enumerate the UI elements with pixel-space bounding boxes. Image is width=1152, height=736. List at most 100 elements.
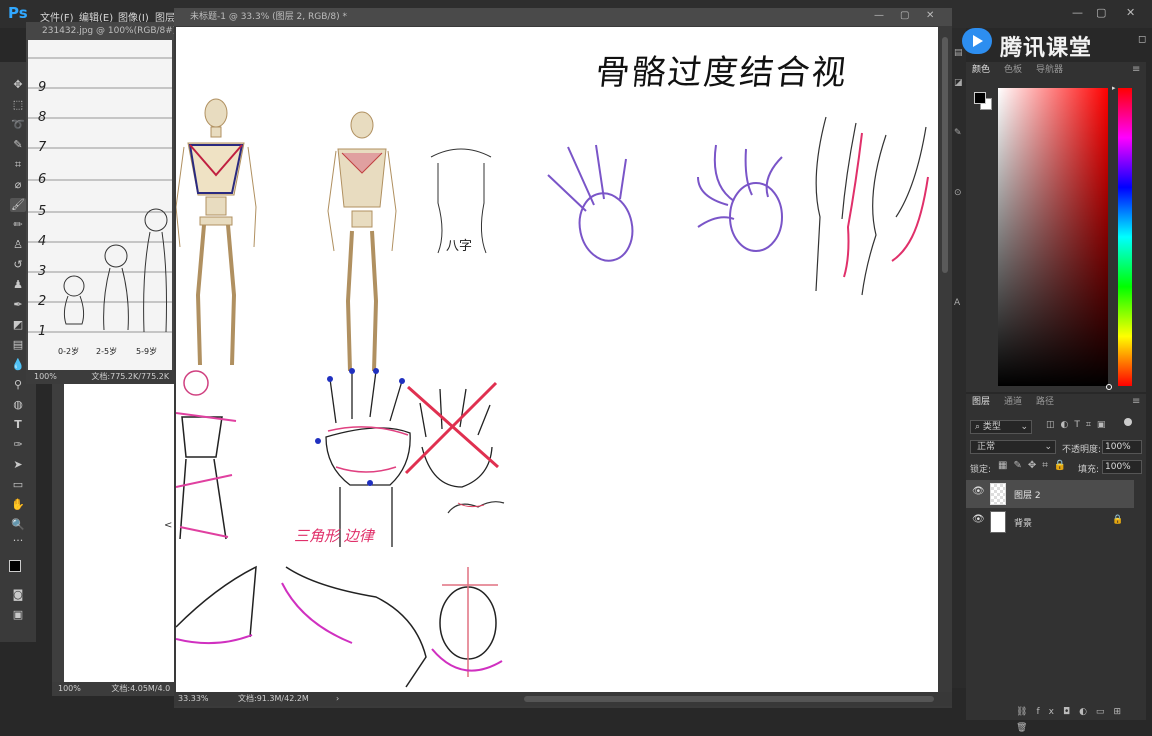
layers-panel: 图层 通道 路径 ≡ ⌕ 类型 ⌄ ◫◐T⌗▣ 正常 ⌄ 不透明度: 100% … (966, 394, 1146, 720)
main-canvas[interactable]: 骨骼过度结合视 三角形 边律 八字 (176, 27, 938, 692)
eight-note-text: 八字 (446, 239, 473, 254)
maximize-button[interactable]: ▢ (1096, 6, 1106, 19)
stamp-tool-icon[interactable]: ♟ (10, 278, 26, 292)
marquee-tool-icon[interactable]: ⬚ (10, 98, 26, 112)
hand-tool-icon[interactable]: ✋ (10, 498, 26, 512)
reference-document-window: 231432.jpg @ 100%(RGB/8#) * 9 8 7 6 5 4 … (26, 22, 174, 384)
clone-stamp-tool-icon[interactable]: ♙ (10, 238, 26, 252)
background-document-canvas[interactable]: < (64, 384, 174, 682)
minimize-button[interactable]: — (1072, 6, 1083, 19)
eyedropper-tool-icon[interactable]: ⌀ (10, 178, 26, 192)
blur-tool-icon[interactable]: 💧 (10, 358, 26, 372)
lock-options-icons[interactable]: ▦✎✥⌗🔒 (998, 460, 1072, 471)
main-doc-info: 文档:91.3M/42.2M (238, 694, 309, 703)
path-selection-tool-icon[interactable]: ➤ (10, 458, 26, 472)
pencil-tool-icon[interactable]: ✏ (10, 218, 26, 232)
ruler-number: 6 (38, 172, 47, 187)
color-field-cursor[interactable] (1106, 384, 1112, 390)
panel-collapse-icon[interactable]: ◻ (1138, 34, 1146, 45)
eye-icon[interactable]: 👁 (972, 487, 985, 497)
tab-layers[interactable]: 图层 (972, 394, 990, 410)
chevron-down-icon: ⌄ (1020, 422, 1028, 432)
ruler-number: 8 (38, 110, 47, 125)
background-doc-info: 文档:4.05M/4.0 (111, 684, 171, 693)
properties-panel-icon[interactable]: ◪ (954, 78, 963, 88)
reference-doc-info: 文档:775.2K/775.2K (91, 372, 170, 381)
screen-mode-icon[interactable]: ▣ (10, 608, 26, 622)
history-panel-icon[interactable]: ▤ (954, 48, 963, 58)
tab-color[interactable]: 颜色 (972, 62, 990, 78)
more-tools-icon[interactable]: ··· (10, 534, 26, 548)
adjustment-icon: ◐ (1079, 707, 1096, 717)
layers-bottom-toolbar[interactable]: ⛓fx◘◐▭⊞ 🗑 (966, 704, 1146, 733)
layer-filter-select[interactable]: ⌕ 类型 ⌄ (970, 420, 1032, 434)
background-document-status: 100% 文档:4.05M/4.0 (52, 682, 174, 696)
background-zoom-level[interactable]: 100% (52, 684, 81, 693)
gradient-tool-icon[interactable]: ▤ (10, 338, 26, 352)
main-zoom-level[interactable]: 33.33% (178, 692, 209, 706)
doc-maximize-button[interactable]: ▢ (900, 10, 909, 21)
status-arrow-icon[interactable]: › (336, 692, 339, 706)
opacity-input[interactable]: 100% (1102, 440, 1142, 454)
fill-input[interactable]: 100% (1102, 460, 1142, 474)
lasso-tool-icon[interactable]: ➰ (10, 118, 26, 132)
reference-image-canvas[interactable]: 9 8 7 6 5 4 3 2 1 0-2岁 2-5岁 5-9岁 (28, 40, 172, 370)
mixer-brush-tool-icon[interactable]: ✒ (10, 298, 26, 312)
history-brush-tool-icon[interactable]: ↺ (10, 258, 26, 272)
ruler-number: 4 (38, 234, 47, 249)
foreground-color-swatch[interactable] (9, 560, 21, 572)
fx-icon: fx (1036, 707, 1063, 717)
layer-name[interactable]: 图层 2 (1014, 488, 1041, 501)
small-hand-sketch (446, 483, 506, 523)
vertical-scroll-thumb[interactable] (942, 37, 948, 273)
color-field-picker[interactable] (998, 88, 1108, 386)
layer-name[interactable]: 背景 (1014, 516, 1032, 529)
tab-channels[interactable]: 通道 (1004, 394, 1022, 410)
foreground-color-chip[interactable] (974, 92, 986, 104)
layer-thumbnail (990, 511, 1006, 533)
tencent-classroom-logo-icon (962, 28, 992, 54)
eye-icon[interactable]: 👁 (972, 515, 985, 525)
layer-row-background[interactable]: 👁 背景 🔒 (966, 508, 1134, 536)
brush-tool-icon[interactable]: 🖌 (10, 198, 26, 212)
sponge-tool-icon[interactable]: ◍ (10, 398, 26, 412)
character-panel-icon[interactable]: A (954, 298, 960, 308)
main-document-tab[interactable]: 未标题-1 @ 33.3% (图层 2, RGB/8) * (174, 8, 952, 26)
layers-panel-menu-icon[interactable]: ≡ (1132, 396, 1140, 407)
tab-navigator[interactable]: 导航器 (1036, 62, 1063, 78)
zoom-tool-icon[interactable]: 🔍 (10, 518, 26, 532)
crop-tool-icon[interactable]: ⌗ (10, 158, 26, 172)
ruler-number: 3 (38, 264, 47, 279)
hue-slider[interactable] (1118, 88, 1132, 386)
reference-document-tab[interactable]: 231432.jpg @ 100%(RGB/8#) * (26, 22, 174, 40)
lock-icon: 🔒 (1112, 515, 1124, 525)
doc-minimize-button[interactable]: — (874, 10, 884, 21)
magic-wand-tool-icon[interactable]: ✎ (10, 138, 26, 152)
layer-row-layer-2[interactable]: 👁 图层 2 (966, 480, 1134, 508)
dodge-tool-icon[interactable]: ⚲ (10, 378, 26, 392)
quick-mask-icon[interactable]: ◙ (10, 588, 26, 602)
layer-filter-icons[interactable]: ◫◐T⌗▣ (1046, 420, 1111, 430)
main-document-window: 未标题-1 @ 33.3% (图层 2, RGB/8) * — ▢ ✕ 骨骼过度… (174, 8, 952, 708)
rectangle-tool-icon[interactable]: ▭ (10, 478, 26, 492)
hue-slider-handle-icon[interactable]: ▸ (1112, 84, 1116, 92)
age-caption: 5-9岁 (136, 347, 158, 356)
brush-panel-icon[interactable]: ✎ (954, 128, 962, 138)
blend-mode-select[interactable]: 正常 ⌄ (970, 440, 1056, 454)
tab-swatches[interactable]: 色板 (1004, 62, 1022, 78)
horizontal-scroll-thumb[interactable] (524, 696, 934, 702)
reference-zoom-level[interactable]: 100% (26, 372, 57, 381)
eraser-tool-icon[interactable]: ◩ (10, 318, 26, 332)
filter-toggle-icon[interactable] (1124, 418, 1132, 426)
vertical-scrollbar[interactable] (940, 27, 950, 692)
pen-tool-icon[interactable]: ✑ (10, 438, 26, 452)
tab-paths[interactable]: 路径 (1036, 394, 1054, 410)
proportion-chart-image (28, 57, 172, 333)
close-button[interactable]: ✕ (1126, 6, 1135, 19)
clone-panel-icon[interactable]: ⊙ (954, 188, 962, 198)
move-tool-icon[interactable]: ✥ (10, 78, 26, 92)
opacity-label: 不透明度: (1062, 445, 1102, 455)
doc-close-button[interactable]: ✕ (926, 10, 934, 21)
type-tool-icon[interactable]: T (10, 418, 26, 432)
color-panel-menu-icon[interactable]: ≡ (1132, 64, 1140, 75)
